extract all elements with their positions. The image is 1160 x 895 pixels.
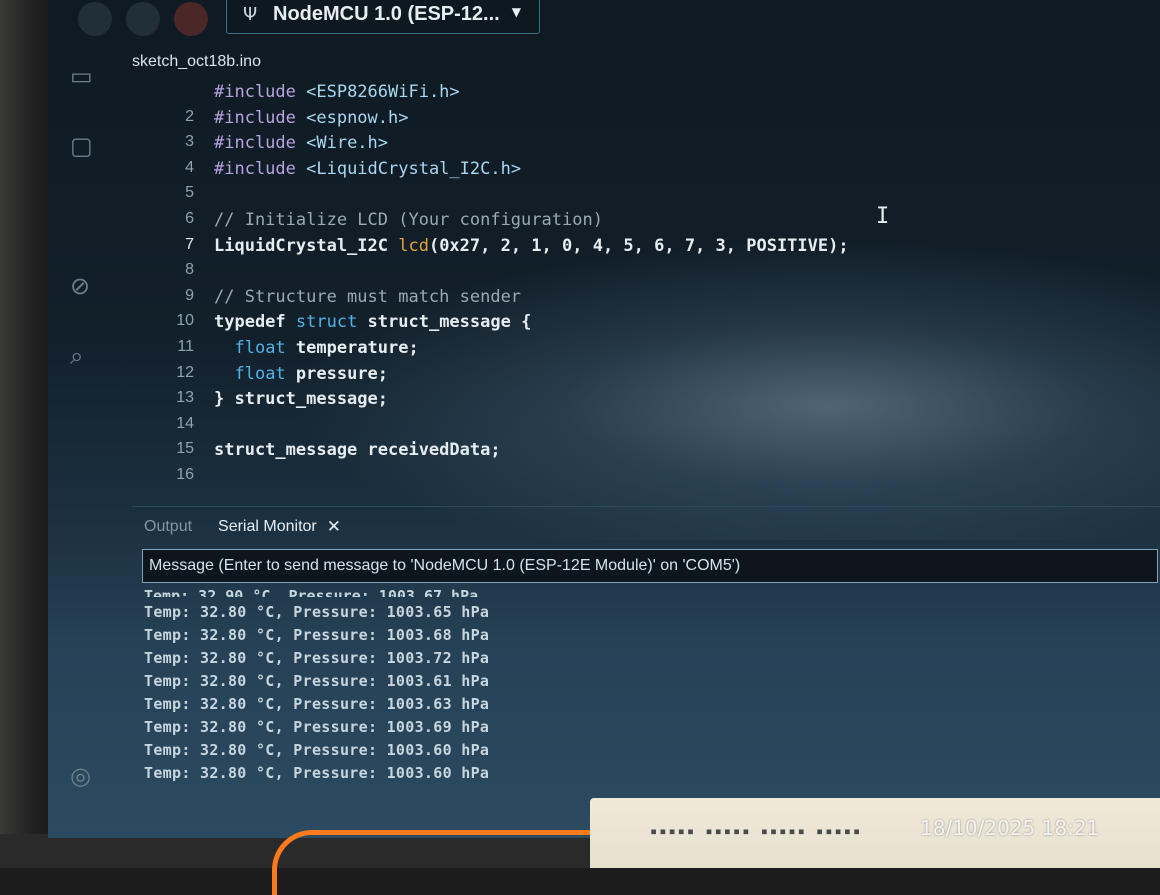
chevron-down-icon: ▼ [511,5,521,19]
board-selector[interactable]: Ψ NodeMCU 1.0 (ESP-12... ▼ [226,0,540,34]
close-icon[interactable]: ✕ [327,517,341,537]
line-number: 12 [176,363,194,381]
debug-icon[interactable]: ⊘ [70,272,90,300]
line-number: 10 [176,312,194,330]
boards-manager-icon[interactable]: ▢ [70,132,93,160]
tab-output[interactable]: Output [144,518,192,536]
verify-button[interactable] [78,2,112,36]
line-number: 7 [185,235,194,253]
code-text: #include <Wire.h> [214,133,388,153]
code-text: #include <LiquidCrystal_I2C.h> [214,159,521,179]
line-number: 5 [185,184,194,202]
code-text: LiquidCrystal_I2C lcd(0x27, 2, 1, 0, 4, … [214,236,849,256]
code-token: <Wire.h> [306,133,389,154]
log-line-clipped: Temp: 32.90 °C, Pressure: 1003.67 hPa [144,587,479,597]
code-token: float [234,338,296,358]
line-number: 4 [185,158,194,176]
activity-bar: ▭ ▢ ⊘ ⌕ ◎ [48,40,128,838]
code-token: (0x27, 2, 1, 0, 4, 5, 6, 7, 3, POSITIVE)… [428,235,849,256]
usb-icon: Ψ [243,3,258,25]
line-number: 9 [185,286,194,304]
folder-icon[interactable]: ▭ [70,62,93,90]
serial-output: Temp: 32.80 °C, Pressure: 1003.65 hPa Tem… [144,603,844,787]
code-token: #include [214,133,307,154]
search-icon[interactable]: ⌕ [70,342,83,370]
code-token: typedef [214,312,296,333]
panel-tabs: Output Serial Monitor ✕ [144,517,341,537]
line-number: 16 [176,466,194,483]
code-token: <LiquidCrystal_I2C.h> [306,158,522,179]
line-number: 8 [185,261,194,279]
log-line: Temp: 32.80 °C, Pressure: 1003.60 hPa [144,764,490,782]
toolbar-buttons [78,2,208,36]
code-token: struct_message receivedData; [214,440,501,461]
ide-window: Ψ NodeMCU 1.0 (ESP-12... ▼ ▭ ▢ ⊘ ⌕ ◎ ske… [48,0,1160,838]
code-editor[interactable]: #include <ESP8266WiFi.h> 2 #include <espno… [132,82,1152,502]
photo-timestamp: 18/10/2025 18:21 [920,816,1100,840]
code-text: #include <ESP8266WiFi.h> [214,82,460,102]
code-text: struct_message receivedData; [214,440,501,460]
code-token: struct [295,312,368,333]
debug-button[interactable] [174,2,208,36]
code-text: // Structure must match sender [214,287,521,307]
code-token: struct_message { [367,312,532,333]
log-line: Temp: 32.80 °C, Pressure: 1003.68 hPa [144,626,490,644]
code-token: <espnow.h> [306,107,409,128]
code-text: #include <espnow.h> [214,108,408,128]
code-token: // Initialize LCD (Your configuration) [214,210,603,230]
tab-serial-monitor[interactable]: Serial Monitor [218,518,317,536]
code-text: } struct_message; [214,389,388,409]
code-token: <ESP8266WiFi.h> [306,82,460,102]
code-token: } struct_message; [214,389,388,410]
code-token: #include [214,107,307,128]
code-text: float pressure; [214,364,388,384]
log-line: Temp: 32.80 °C, Pressure: 1003.60 hPa [144,741,490,759]
code-text: // Initialize LCD (Your configuration) [214,210,603,230]
log-line: Temp: 32.80 °C, Pressure: 1003.61 hPa [144,672,490,690]
serial-message-input[interactable] [142,549,1158,583]
code-token: float [234,363,296,384]
code-text: typedef struct struct_message { [214,312,531,332]
code-token: #include [214,158,307,179]
log-line: Temp: 32.80 °C, Pressure: 1003.72 hPa [144,649,490,667]
orange-wire [272,830,607,895]
line-number: 13 [176,389,194,407]
board-name: NodeMCU 1.0 (ESP-12... [273,2,500,25]
code-token: #include [214,82,307,102]
bottom-panel: Output Serial Monitor ✕ Temp: 32.90 °C, … [132,506,1160,838]
line-number: 3 [185,133,194,151]
line-number: 14 [176,414,194,432]
line-number: 11 [177,338,194,355]
code-token: LiquidCrystal_I2C [214,235,399,256]
code-text: float temperature; [214,338,419,358]
line-number: 6 [185,210,194,227]
upload-button[interactable] [126,2,160,36]
log-line: Temp: 32.80 °C, Pressure: 1003.63 hPa [144,695,490,713]
code-token: // Structure must match sender [214,286,522,307]
mouse-cursor: I [876,204,890,229]
tab-sketch-file[interactable]: sketch_oct18b.ino [132,53,261,71]
line-number: 2 [185,107,194,125]
code-token: pressure; [295,363,389,384]
code-token: temperature; [295,338,419,358]
log-line: Temp: 32.80 °C, Pressure: 1003.65 hPa [144,603,490,621]
code-token: lcd [398,235,429,256]
line-number: 15 [176,440,194,458]
log-line: Temp: 32.80 °C, Pressure: 1003.69 hPa [144,718,490,736]
account-icon[interactable]: ◎ [70,762,91,790]
